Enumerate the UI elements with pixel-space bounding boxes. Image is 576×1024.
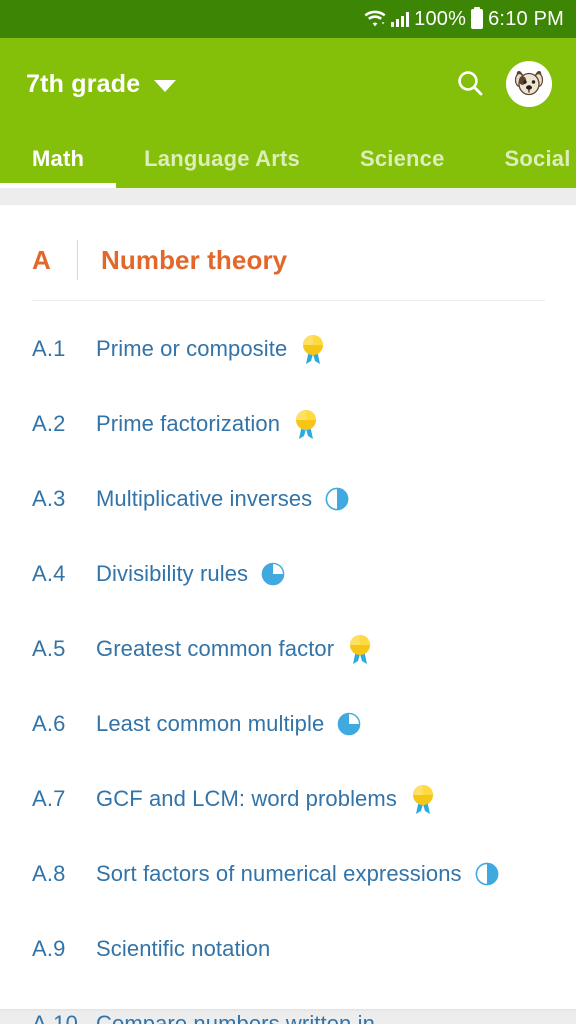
wifi-icon (364, 10, 386, 28)
list-item[interactable]: A.7 GCF and LCM: word problems (0, 761, 576, 836)
pie-half-icon (325, 487, 349, 511)
pie-three-quarter-icon (261, 562, 285, 586)
list-item[interactable]: A.9 Scientific notation (0, 911, 576, 986)
tab-science[interactable]: Science (360, 146, 445, 188)
category-tabs[interactable]: Math Language Arts Science Social S (0, 130, 576, 188)
app-bar: 7th grade Math Language Arts Science Soc… (0, 38, 576, 188)
skill-number: A.6 (32, 710, 66, 736)
skills-card: A Number theory A.1 Prime or composite A… (0, 205, 576, 1024)
status-bar: 100% 6:10 PM (0, 0, 576, 38)
skill-name: Multiplicative inverses (96, 485, 313, 511)
medal-icon (293, 408, 319, 440)
avatar[interactable] (506, 61, 552, 107)
skill-list: A.1 Prime or composite A.2 Prime factori… (0, 301, 576, 1024)
skill-name: Greatest common factor (96, 635, 335, 661)
tab-language-arts[interactable]: Language Arts (144, 146, 300, 188)
list-item[interactable]: A.3 Multiplicative inverses (0, 461, 576, 536)
skill-number: A.3 (32, 485, 66, 511)
list-item[interactable]: A.6 Least common multiple (0, 686, 576, 761)
search-icon (458, 71, 483, 96)
skill-number: A.8 (32, 860, 66, 886)
list-item[interactable]: A.1 Prime or composite (0, 311, 576, 386)
skill-number: A.1 (32, 335, 66, 361)
medal-icon (347, 633, 373, 665)
tab-math[interactable]: Math (32, 146, 84, 188)
pie-half-icon (475, 862, 499, 886)
section-letter: A (32, 244, 51, 275)
tab-social-studies[interactable]: Social S (505, 146, 576, 188)
skill-name: Prime or composite (96, 335, 288, 361)
skill-number: A.2 (32, 410, 66, 436)
list-item[interactable]: A.4 Divisibility rules (0, 536, 576, 611)
chevron-down-icon (154, 80, 177, 92)
battery-icon (471, 9, 484, 29)
dog-avatar-icon (514, 71, 544, 96)
section-divider (77, 240, 78, 280)
skill-name: GCF and LCM: word problems (96, 785, 397, 811)
list-item[interactable]: A.5 Greatest common factor (0, 611, 576, 686)
skill-name: Scientific notation (96, 935, 271, 961)
list-item[interactable]: A.10 Compare numbers written in (0, 986, 576, 1024)
active-tab-indicator (0, 183, 116, 188)
grade-label: 7th grade (26, 69, 141, 98)
search-button[interactable] (448, 62, 492, 106)
grade-selector[interactable]: 7th grade (26, 69, 177, 99)
skill-name: Sort factors of numerical expressions (96, 860, 462, 886)
skill-number: A.10 (32, 1010, 79, 1024)
status-icons: 100% 6:10 PM (364, 9, 564, 29)
signal-icon (391, 11, 410, 27)
skill-number: A.7 (32, 785, 66, 811)
skill-name: Least common multiple (96, 710, 325, 736)
pie-three-quarter-icon (337, 712, 361, 736)
skill-name: Divisibility rules (96, 560, 249, 586)
skill-name: Prime factorization (96, 410, 281, 436)
content-gap (0, 188, 576, 205)
section-header: A Number theory (0, 231, 576, 289)
skill-number: A.5 (32, 635, 66, 661)
skill-number: A.4 (32, 560, 66, 586)
skill-name: Compare numbers written in (96, 1010, 375, 1024)
battery-percent-label: 100% (414, 8, 467, 30)
section-title: Number theory (101, 244, 288, 275)
medal-icon (300, 333, 326, 365)
list-item[interactable]: A.8 Sort factors of numerical expression… (0, 836, 576, 911)
skill-number: A.9 (32, 935, 66, 961)
list-item[interactable]: A.2 Prime factorization (0, 386, 576, 461)
clock-label: 6:10 PM (488, 8, 564, 30)
medal-icon (410, 783, 436, 815)
app-bar-top-row: 7th grade (0, 38, 576, 130)
